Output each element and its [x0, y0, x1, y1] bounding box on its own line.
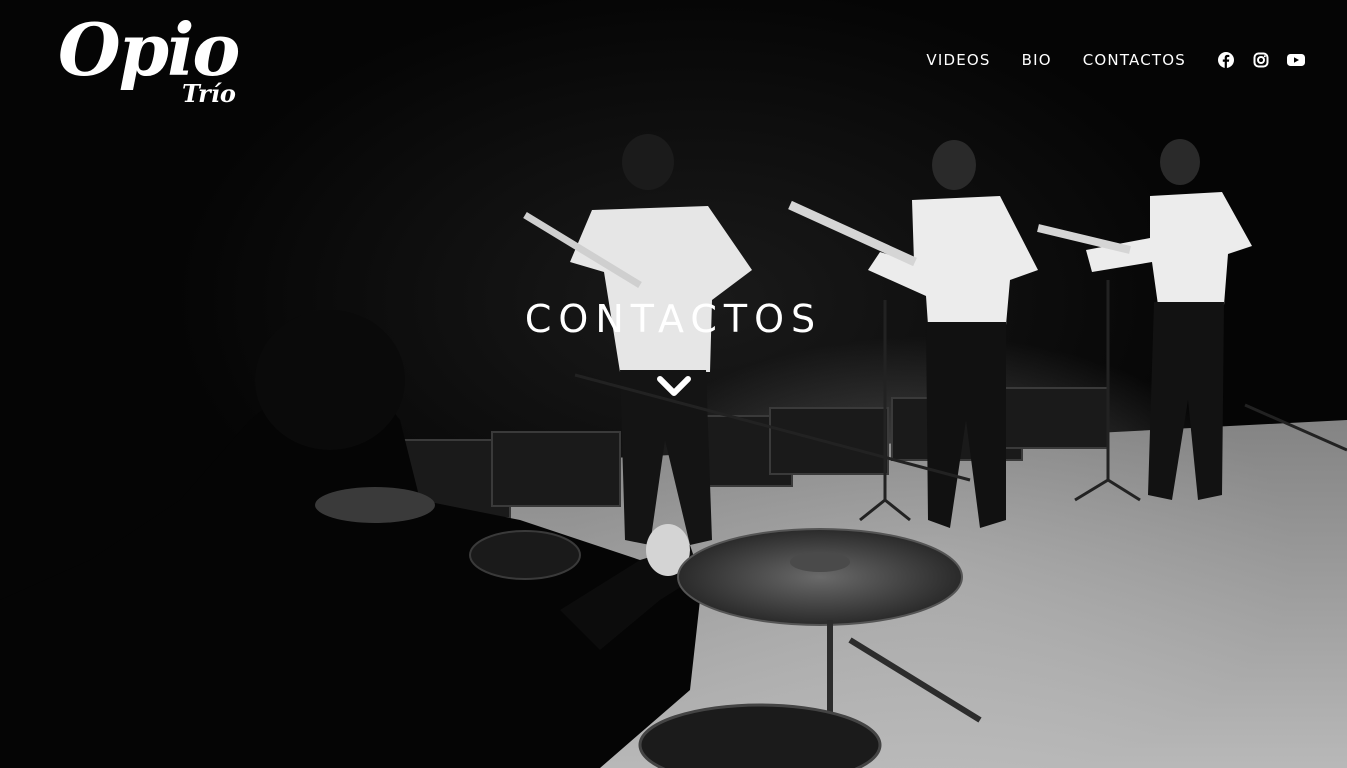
logo-subtitle: Trío	[182, 79, 236, 108]
main-nav: VIDEOS BIO CONTACTOS	[926, 48, 1305, 72]
chevron-down-icon[interactable]	[657, 372, 691, 400]
nav-link-contactos[interactable]: CONTACTOS	[1083, 48, 1186, 72]
instagram-icon[interactable]	[1252, 51, 1270, 69]
nav-link-videos[interactable]: VIDEOS	[926, 48, 990, 72]
page-title: CONTACTOS	[524, 297, 823, 341]
facebook-icon[interactable]	[1217, 51, 1235, 69]
logo-title: Opio	[58, 7, 240, 92]
nav-link-bio[interactable]: BIO	[1022, 48, 1052, 72]
youtube-icon[interactable]	[1287, 51, 1305, 69]
logo[interactable]: Opio Trío	[58, 10, 278, 110]
